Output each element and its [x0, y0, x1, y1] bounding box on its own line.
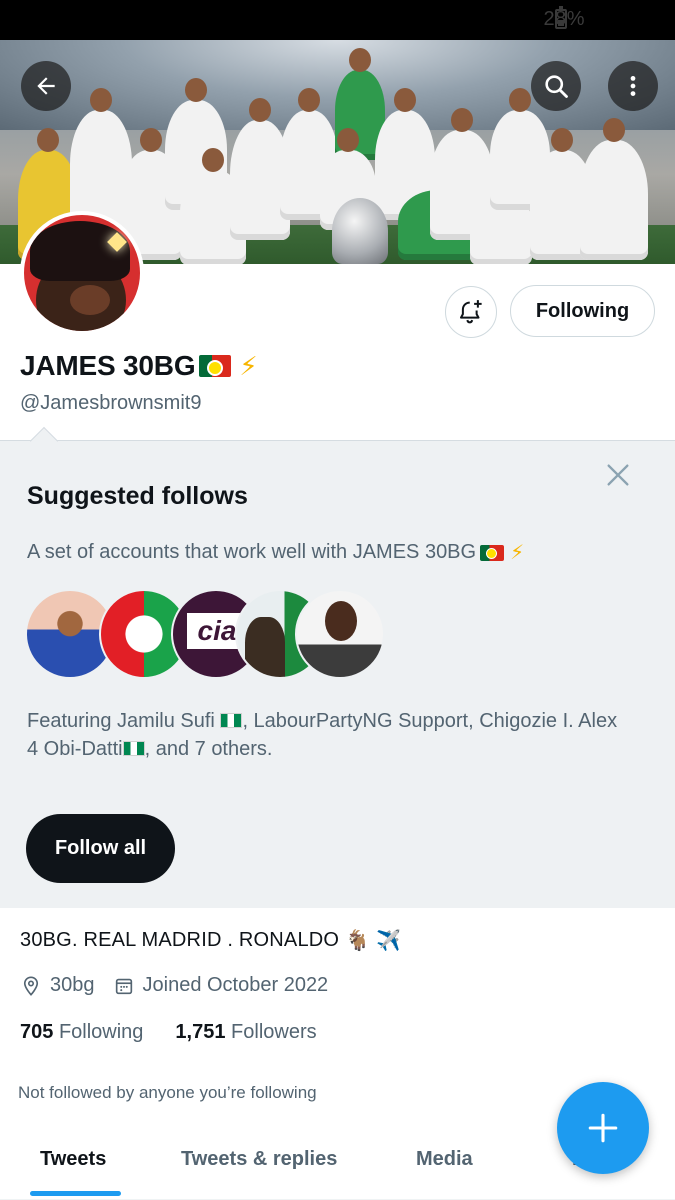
follow-all-button[interactable]: Follow all [26, 814, 175, 883]
more-options-button[interactable] [608, 61, 658, 111]
lightning-icon: ⚡ [510, 542, 525, 564]
status-bar: 28% [0, 0, 675, 40]
not-followed-note: Not followed by anyone you’re following [18, 1083, 317, 1102]
back-arrow-icon [37, 77, 55, 95]
plus-icon [588, 1113, 618, 1143]
goat-icon: 🐐 [345, 930, 371, 952]
portugal-flag-icon [480, 544, 505, 561]
more-vertical-icon [630, 76, 636, 96]
display-name-text: JAMES 30BG [20, 350, 196, 381]
user-handle: @Jamesbrownsmit9 [20, 392, 202, 414]
followers-stat[interactable]: 1,751 Followers [175, 1021, 316, 1044]
airplane-icon: ✈️ [376, 930, 402, 952]
tab-tweets-and-replies[interactable]: Tweets & replies [181, 1148, 337, 1171]
dismiss-suggestions-button[interactable] [602, 459, 634, 491]
suggested-follows-description: A set of accounts that work well with JA… [27, 541, 525, 564]
profile-meta: 30bg Joined October 2022 [20, 974, 328, 997]
banner-player [580, 118, 648, 260]
featuring-text: Featuring Jamilu Sufi , LabourPartyNG Su… [27, 710, 618, 760]
notifications-button[interactable] [445, 286, 497, 338]
calendar-icon [115, 978, 132, 994]
battery-icon [555, 6, 567, 29]
following-button[interactable]: Following [510, 285, 655, 337]
suggested-follows-title: Suggested follows [27, 482, 248, 510]
search-button[interactable] [531, 61, 581, 111]
display-name: JAMES 30BG ⚡ [20, 350, 258, 382]
profile-joined-date: Joined October 2022 [142, 974, 329, 996]
tab-tweets[interactable]: Tweets [40, 1148, 106, 1171]
lightning-icon: ⚡ [239, 350, 258, 381]
tab-media[interactable]: Media [416, 1148, 473, 1171]
active-tab-indicator [30, 1191, 121, 1196]
search-icon [545, 75, 568, 98]
suggested-follows-panel: Suggested follows A set of accounts that… [0, 426, 675, 908]
banner-trophy [332, 198, 388, 264]
nigeria-flag-icon [122, 741, 145, 756]
profile-avatar[interactable] [20, 211, 144, 335]
compose-tweet-button[interactable] [557, 1082, 649, 1174]
panel-notch [29, 426, 59, 456]
profile-bio: 30BG. REAL MADRID . RONALDO 🐐 ✈️ [20, 929, 402, 952]
nigeria-flag-icon [220, 713, 243, 728]
suggested-avatars[interactable]: cia [25, 589, 385, 681]
bell-plus-icon [460, 300, 482, 324]
portugal-flag-icon [199, 355, 232, 377]
profile-location: 30bg [50, 974, 95, 996]
back-button[interactable] [21, 61, 71, 111]
close-icon [607, 464, 629, 486]
location-pin-icon [23, 975, 39, 996]
profile-stats: 705 Following 1,751 Followers [20, 1021, 317, 1044]
suggested-avatar[interactable] [295, 589, 385, 679]
following-stat[interactable]: 705 Following [20, 1021, 143, 1044]
